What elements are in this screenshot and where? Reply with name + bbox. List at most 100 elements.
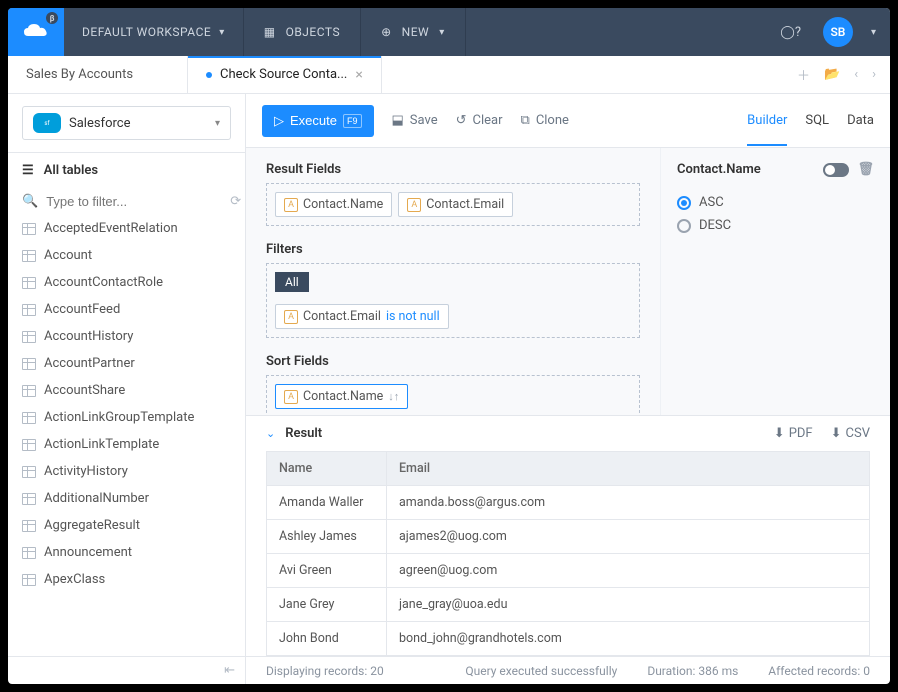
tab-sales-by-accounts[interactable]: Sales By Accounts xyxy=(8,56,188,93)
delete-icon[interactable]: 🗑 xyxy=(857,162,874,177)
user-menu-caret[interactable]: ▾ xyxy=(857,27,890,38)
table-item[interactable]: AcceptedEventRelation xyxy=(8,215,245,242)
table-icon xyxy=(22,358,36,370)
plus-circle-icon: ⊕ xyxy=(381,25,392,39)
save-icon: ⬓ xyxy=(392,113,404,128)
copy-icon: ⧉ xyxy=(521,113,530,128)
status-affected: Affected records: 0 xyxy=(768,664,870,678)
sort-desc-radio[interactable]: DESC xyxy=(677,214,874,237)
status-records: Displaying records: 20 xyxy=(266,664,384,678)
table-item[interactable]: Account xyxy=(8,242,245,269)
open-file-icon[interactable]: 📂 xyxy=(824,67,840,82)
table-item[interactable]: AccountContactRole xyxy=(8,269,245,296)
user-avatar[interactable]: SB xyxy=(823,17,853,47)
view-tab-data[interactable]: Data xyxy=(847,113,874,146)
table-icon xyxy=(22,520,36,532)
execute-button[interactable]: ▷ Execute F9 xyxy=(262,105,374,137)
column-header[interactable]: Name xyxy=(267,452,387,485)
app-logo[interactable]: β xyxy=(8,8,64,56)
table-icon xyxy=(22,412,36,424)
table-item[interactable]: AccountPartner xyxy=(8,350,245,377)
field-chip[interactable]: AContact.Name xyxy=(275,192,392,217)
export-csv-button[interactable]: ⬇CSV xyxy=(831,426,870,441)
table-item[interactable]: ActionLinkTemplate xyxy=(8,431,245,458)
table-icon xyxy=(22,574,36,586)
view-tab-sql[interactable]: SQL xyxy=(805,113,829,146)
table-icon xyxy=(22,385,36,397)
table-row[interactable]: Ashley Jamesajames2@uog.com xyxy=(267,519,869,553)
close-tab-icon[interactable]: × xyxy=(355,67,362,83)
table-item[interactable]: AccountShare xyxy=(8,377,245,404)
table-item[interactable]: AccountFeed xyxy=(8,296,245,323)
search-icon: 🔍 xyxy=(22,194,38,209)
table-item[interactable]: ActivityHistory xyxy=(8,458,245,485)
table-icon xyxy=(22,331,36,343)
panel-title: Contact.Name xyxy=(677,162,761,177)
table-item[interactable]: AdditionalNumber xyxy=(8,485,245,512)
table-item[interactable]: ApexClass xyxy=(8,566,245,593)
help-icon[interactable]: ◯? xyxy=(766,25,815,40)
connection-selector[interactable]: sf Salesforce ▾ xyxy=(22,106,231,140)
table-row[interactable]: Avi Greenagreen@uog.com xyxy=(267,553,869,587)
table-row[interactable]: Jane Greyjane_gray@uoa.edu xyxy=(267,587,869,621)
clone-button[interactable]: ⧉Clone xyxy=(521,113,569,128)
view-tab-builder[interactable]: Builder xyxy=(747,113,787,146)
next-tab-icon[interactable]: › xyxy=(872,67,876,82)
status-duration: Duration: 386 ms xyxy=(647,664,738,678)
query-toolbar: ▷ Execute F9 ⬓Save ↺Clear ⧉Clone Builder… xyxy=(246,94,890,148)
topbar: β DEFAULT WORKSPACE ▾ ▦ OBJECTS ⊕ NEW ▾ … xyxy=(8,8,890,56)
add-tab-icon[interactable]: ＋ xyxy=(797,65,810,84)
table-item[interactable]: AccountHistory xyxy=(8,323,245,350)
nav-objects[interactable]: ▦ OBJECTS xyxy=(244,8,361,56)
filter-chip[interactable]: AContact.Email is not null xyxy=(275,304,449,329)
nav-new[interactable]: ⊕ NEW ▾ xyxy=(361,8,466,56)
sort-asc-radio[interactable]: ASC xyxy=(677,191,874,214)
table-icon xyxy=(22,304,36,316)
unsaved-dot-icon xyxy=(206,72,212,78)
beta-badge: β xyxy=(46,12,58,24)
chevron-down-icon: ▾ xyxy=(219,27,225,38)
refresh-icon[interactable]: ⟳ xyxy=(230,194,241,209)
table-row[interactable]: Amanda Walleramanda.boss@argus.com xyxy=(267,485,869,519)
prev-tab-icon[interactable]: ‹ xyxy=(854,67,858,82)
tab-check-source-contacts[interactable]: Check Source Conta... × xyxy=(188,56,382,93)
table-item[interactable]: ActionLinkGroupTemplate xyxy=(8,404,245,431)
collapse-sidebar-icon[interactable]: ⇤ xyxy=(224,663,235,678)
table-row[interactable]: John Bondbond_john@grandhotels.com xyxy=(267,621,869,655)
field-chip[interactable]: AContact.Email xyxy=(398,192,513,217)
undo-icon: ↺ xyxy=(456,113,467,128)
result-fields-label: Result Fields xyxy=(266,162,640,177)
table-icon xyxy=(22,223,36,235)
play-icon: ▷ xyxy=(274,113,284,129)
table-icon xyxy=(22,277,36,289)
table-icon xyxy=(22,547,36,559)
filters-zone[interactable]: All AContact.Email is not null xyxy=(266,263,640,338)
table-filter-input[interactable] xyxy=(46,194,222,209)
table-item[interactable]: Announcement xyxy=(8,539,245,566)
filter-group-all[interactable]: All xyxy=(275,272,309,292)
table-icon xyxy=(22,466,36,478)
database-icon: ☰ xyxy=(22,163,34,178)
sort-fields-zone[interactable]: AContact.Name ↓↑ xyxy=(266,375,640,415)
result-table: Name Email Amanda Walleramanda.boss@argu… xyxy=(266,451,870,656)
status-message: Query executed successfully xyxy=(465,664,617,678)
sort-enabled-toggle[interactable] xyxy=(823,163,849,177)
export-pdf-button[interactable]: ⬇PDF xyxy=(774,426,813,441)
status-bar: Displaying records: 20 Query executed su… xyxy=(246,656,890,684)
sort-asc-icon: ↓↑ xyxy=(388,390,399,403)
column-header[interactable]: Email xyxy=(387,452,869,485)
sort-properties-panel: Contact.Name 🗑 ASC DESC xyxy=(660,148,890,415)
table-icon xyxy=(22,250,36,262)
grid-icon: ▦ xyxy=(264,25,276,39)
all-tables-header[interactable]: ☰ All tables xyxy=(8,152,245,188)
collapse-result-icon[interactable]: ⌄ xyxy=(266,427,275,440)
table-icon xyxy=(22,439,36,451)
chevron-down-icon: ▾ xyxy=(439,27,445,38)
result-fields-zone[interactable]: AContact.Name AContact.Email xyxy=(266,183,640,226)
table-item[interactable]: AggregateResult xyxy=(8,512,245,539)
save-button[interactable]: ⬓Save xyxy=(392,113,438,128)
clear-button[interactable]: ↺Clear xyxy=(456,113,503,128)
sidebar: sf Salesforce ▾ ☰ All tables 🔍 ⟳ Accepte… xyxy=(8,94,246,684)
workspace-selector[interactable]: DEFAULT WORKSPACE ▾ xyxy=(64,8,244,56)
sort-chip[interactable]: AContact.Name ↓↑ xyxy=(275,384,408,409)
